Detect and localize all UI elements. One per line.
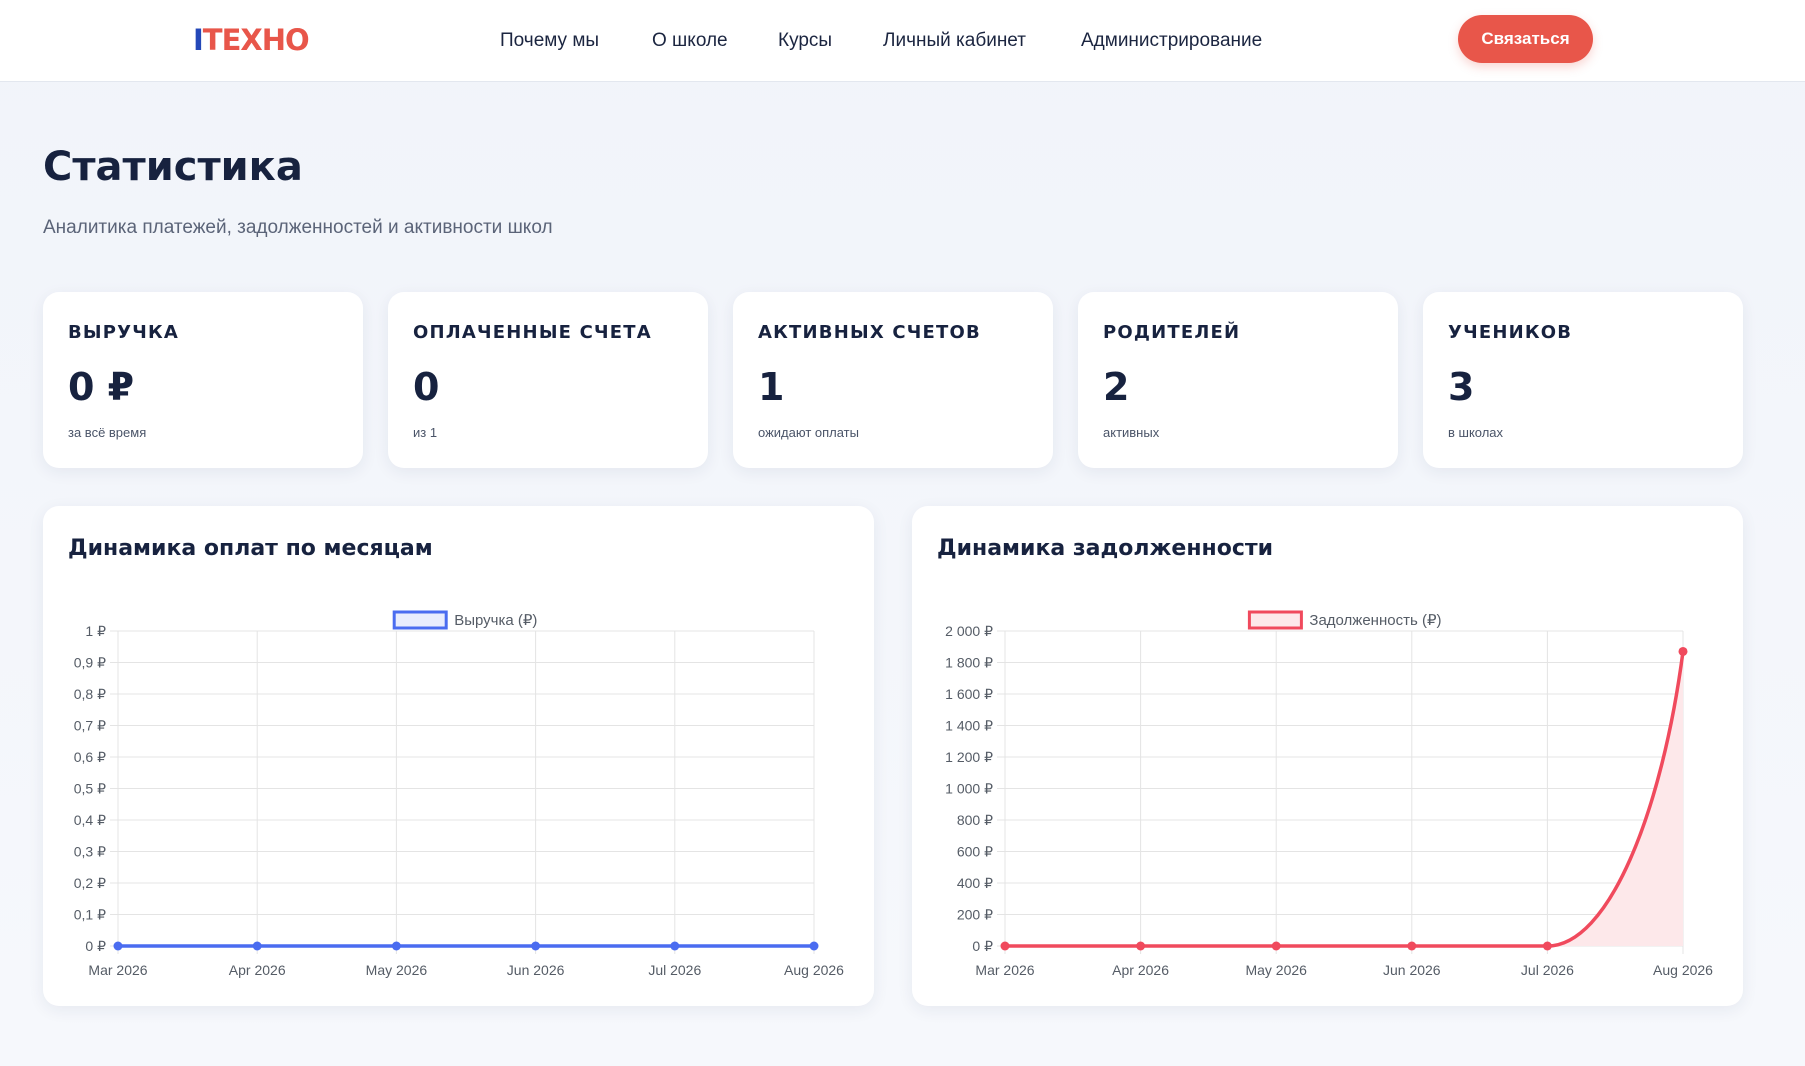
y-tick-label: 2 000 ₽ bbox=[945, 623, 993, 639]
nav-item-administration[interactable]: Администрирование bbox=[1081, 29, 1262, 53]
legend-swatch bbox=[392, 610, 448, 630]
debt-chart-panel: Динамика задолженности Задолженность (₽)… bbox=[912, 506, 1743, 1006]
x-tick-label: Jul 2026 bbox=[1521, 962, 1574, 978]
stat-label: РОДИТЕЛЕЙ bbox=[1103, 322, 1241, 343]
stat-card-students: УЧЕНИКОВ 3 в школах bbox=[1423, 292, 1743, 468]
series-line bbox=[1005, 651, 1685, 948]
x-tick-label: Mar 2026 bbox=[88, 962, 147, 978]
site-header: ITEXHO Почему мы О школе Курсы Личный ка… bbox=[0, 0, 1805, 82]
stat-label: ВЫРУЧКА bbox=[68, 322, 180, 343]
x-tick-label: May 2026 bbox=[366, 962, 428, 978]
logo[interactable]: ITEXHO bbox=[193, 22, 310, 58]
x-tick-label: Jul 2026 bbox=[648, 962, 701, 978]
legend-swatch bbox=[1247, 610, 1303, 630]
y-tick-label: 0,8 ₽ bbox=[74, 686, 106, 702]
x-tick-label: Aug 2026 bbox=[1653, 962, 1713, 978]
data-point bbox=[1542, 941, 1552, 951]
y-tick-label: 0,2 ₽ bbox=[74, 875, 106, 891]
nav-item-about-school[interactable]: О школе bbox=[652, 29, 728, 53]
stat-value: 3 bbox=[1448, 365, 1475, 409]
data-point bbox=[670, 941, 680, 951]
y-tick-label: 0 ₽ bbox=[972, 938, 993, 954]
debt-chart: Задолженность (₽) 0 ₽ 200 ₽ 400 ₽ 600 ₽ 800 ₽… bbox=[945, 610, 1713, 978]
data-point bbox=[113, 941, 123, 951]
data-point bbox=[391, 941, 401, 951]
data-point bbox=[1271, 941, 1281, 951]
nav-item-why-us[interactable]: Почему мы bbox=[500, 29, 599, 53]
stat-hint: активных bbox=[1103, 425, 1160, 440]
x-tick-label: Jun 2026 bbox=[507, 962, 565, 978]
data-point bbox=[809, 941, 819, 951]
logo-i: I bbox=[193, 23, 204, 57]
y-tick-label: 400 ₽ bbox=[957, 875, 993, 891]
stat-card-parents: РОДИТЕЛЕЙ 2 активных bbox=[1078, 292, 1398, 468]
nav-item-courses[interactable]: Курсы bbox=[778, 29, 832, 53]
stat-label: ОПЛАЧЕННЫЕ СЧЕТА bbox=[413, 322, 652, 343]
y-tick-label: 0,3 ₽ bbox=[74, 844, 106, 860]
y-tick-label: 600 ₽ bbox=[957, 844, 993, 860]
stat-hint: ожидают оплаты bbox=[758, 425, 859, 440]
stat-card-revenue: ВЫРУЧКА 0 ₽ за всё время bbox=[43, 292, 363, 468]
stat-card-active-invoices: АКТИВНЫХ СЧЕТОВ 1 ожидают оплаты bbox=[733, 292, 1053, 468]
contact-button[interactable]: Связаться bbox=[1458, 15, 1593, 63]
legend-label: Задолженность (₽) bbox=[1309, 612, 1441, 629]
page-subtitle: Аналитика платежей, задолженностей и акт… bbox=[43, 217, 553, 238]
y-tick-label: 0,6 ₽ bbox=[74, 749, 106, 765]
data-point bbox=[1136, 941, 1146, 951]
payments-chart-panel: Динамика оплат по месяцам Выручка (₽) 0 ₽… bbox=[43, 506, 874, 1006]
y-tick-label: 1 200 ₽ bbox=[945, 749, 993, 765]
y-tick-label: 0,4 ₽ bbox=[74, 812, 106, 828]
y-tick-label: 200 ₽ bbox=[957, 907, 993, 923]
data-point bbox=[252, 941, 262, 951]
stat-value: 2 bbox=[1103, 365, 1130, 409]
y-tick-label: 1 400 ₽ bbox=[945, 718, 993, 734]
x-tick-label: May 2026 bbox=[1245, 962, 1307, 978]
stat-label: АКТИВНЫХ СЧЕТОВ bbox=[758, 322, 981, 343]
stat-hint: за всё время bbox=[68, 425, 147, 440]
page-title: Статистика bbox=[43, 144, 303, 190]
stat-value: 1 bbox=[758, 365, 785, 409]
stat-label: УЧЕНИКОВ bbox=[1448, 322, 1573, 343]
y-tick-label: 0,1 ₽ bbox=[74, 907, 106, 923]
x-tick-label: Apr 2026 bbox=[1112, 962, 1169, 978]
data-point bbox=[531, 941, 541, 951]
stat-value: 0 ₽ bbox=[68, 365, 135, 409]
y-tick-label: 1 600 ₽ bbox=[945, 686, 993, 702]
data-point bbox=[1407, 941, 1417, 951]
y-tick-label: 1 800 ₽ bbox=[945, 655, 993, 671]
x-tick-label: Aug 2026 bbox=[784, 962, 844, 978]
x-tick-label: Jun 2026 bbox=[1383, 962, 1441, 978]
series-area bbox=[1005, 651, 1683, 946]
stat-value: 0 bbox=[413, 365, 440, 409]
y-tick-label: 1 000 ₽ bbox=[945, 781, 993, 797]
x-tick-label: Mar 2026 bbox=[975, 962, 1034, 978]
y-tick-label: 1 ₽ bbox=[85, 623, 106, 639]
y-tick-label: 0 ₽ bbox=[85, 938, 106, 954]
stat-hint: в школах bbox=[1448, 425, 1504, 440]
legend-label: Выручка (₽) bbox=[454, 612, 537, 629]
y-tick-label: 0,5 ₽ bbox=[74, 781, 106, 797]
stat-card-paid-invoices: ОПЛАЧЕННЫЕ СЧЕТА 0 из 1 bbox=[388, 292, 708, 468]
data-point bbox=[1678, 646, 1688, 656]
y-tick-label: 0,9 ₽ bbox=[74, 655, 106, 671]
stat-hint: из 1 bbox=[413, 425, 438, 440]
x-tick-label: Apr 2026 bbox=[229, 962, 286, 978]
y-tick-label: 800 ₽ bbox=[957, 812, 993, 828]
nav-item-personal-account[interactable]: Личный кабинет bbox=[883, 29, 1026, 53]
y-tick-label: 0,7 ₽ bbox=[74, 718, 106, 734]
data-point bbox=[1000, 941, 1010, 951]
payments-chart: Выручка (₽) 0 ₽ 0,1 ₽ 0,2 ₽ 0,3 ₽ 0,4 ₽ 0,5 ₽ 0… bbox=[74, 610, 844, 978]
logo-text: TEXHO bbox=[202, 23, 310, 57]
